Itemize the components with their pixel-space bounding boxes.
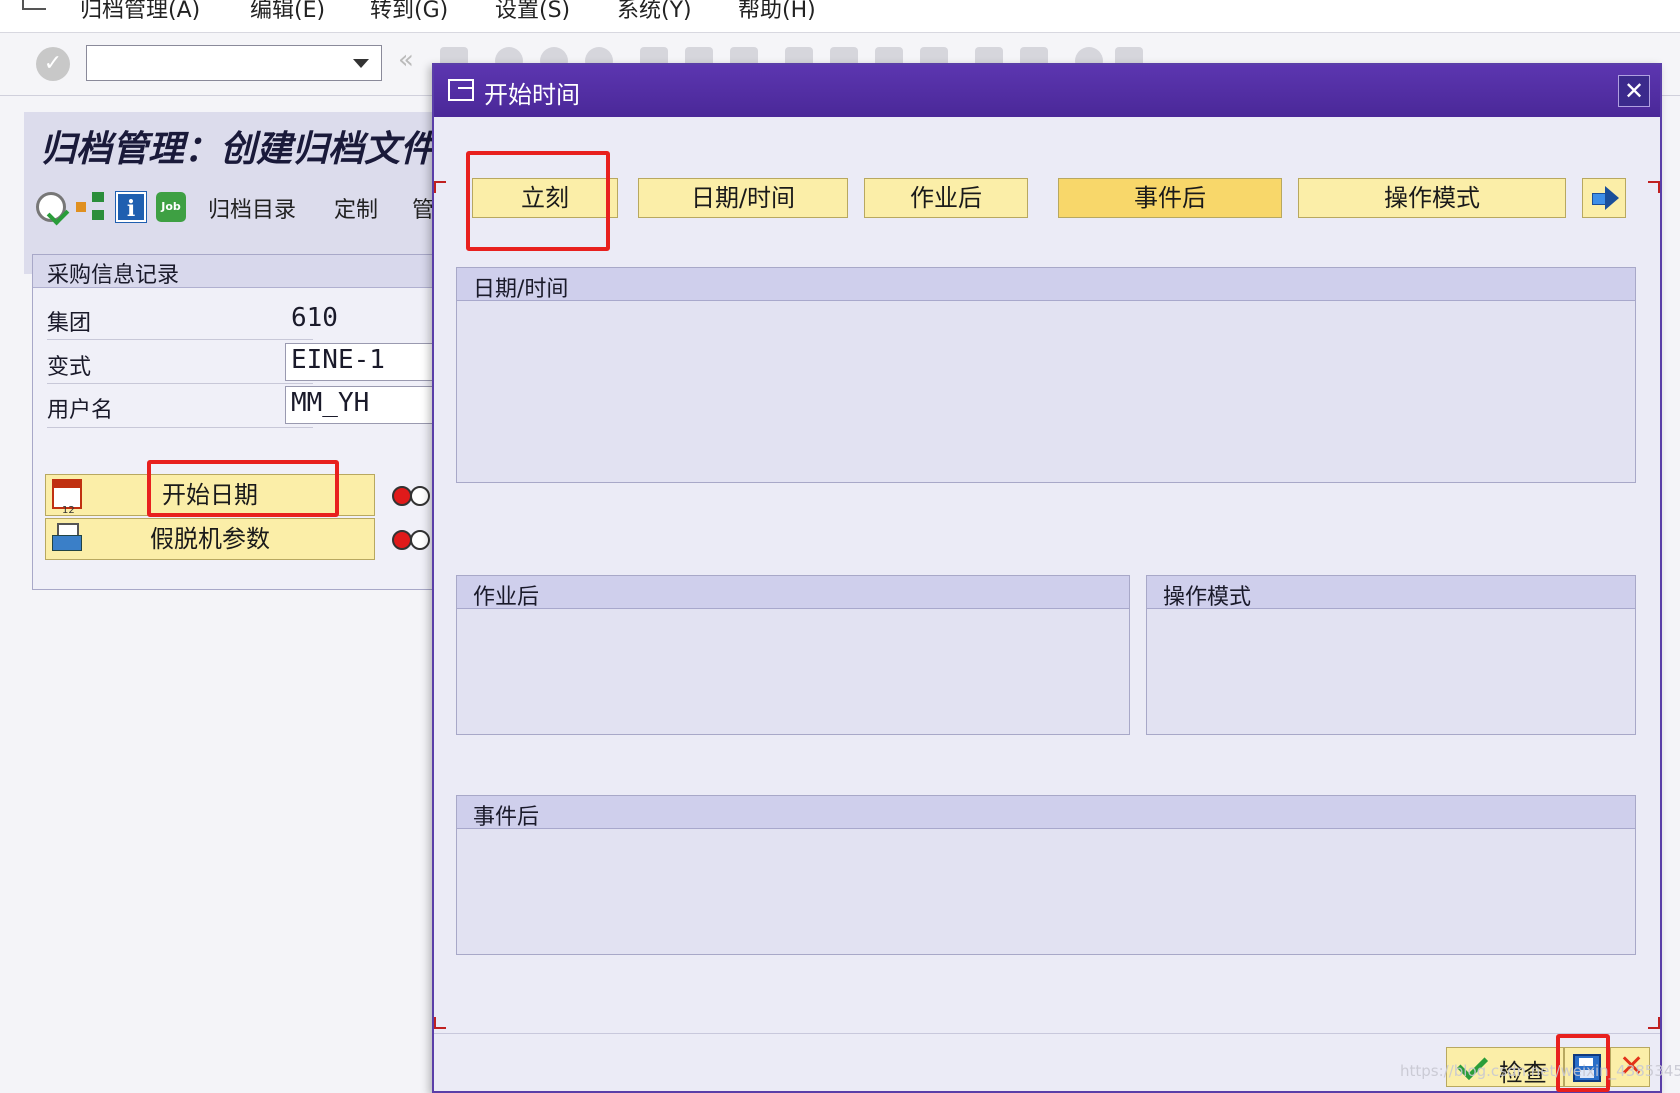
after-event-section-title: 事件后 bbox=[473, 805, 540, 830]
section-header: 操作模式 bbox=[1147, 576, 1635, 610]
archive-directory-button[interactable]: 归档目录 bbox=[208, 192, 296, 224]
menu-bar: 归档管理(A) 编辑(E) 转到(G) 设置(S) 系统(Y) 帮助(H) bbox=[0, 0, 1680, 33]
section-header: 作业后 bbox=[457, 576, 1129, 610]
calendar-icon bbox=[52, 479, 82, 531]
tab-operation-mode[interactable]: 操作模式 bbox=[1298, 178, 1566, 218]
divider bbox=[47, 383, 313, 384]
divider bbox=[47, 339, 313, 340]
tab-after-job[interactable]: 作业后 bbox=[864, 178, 1028, 218]
datetime-section-title: 日期/时间 bbox=[473, 277, 569, 302]
corner-mark bbox=[1648, 181, 1660, 193]
window-menu-icon[interactable] bbox=[22, 0, 46, 10]
watermark-text: https://blog.csdn.net/weixin_4385345 bbox=[1400, 1062, 1680, 1080]
tab-after-event[interactable]: 事件后 bbox=[1058, 178, 1282, 218]
corner-mark bbox=[434, 181, 446, 193]
section-header: 日期/时间 bbox=[457, 268, 1635, 302]
tab-date-time[interactable]: 日期/时间 bbox=[638, 178, 848, 218]
highlight-box bbox=[466, 151, 610, 251]
printer-icon bbox=[52, 523, 82, 553]
page-header: 归档管理：创建归档文件 i Job 归档目录 定制 管 bbox=[24, 112, 444, 274]
group-header: 采购信息记录 bbox=[33, 255, 443, 288]
collapse-left-icon[interactable]: « bbox=[398, 45, 414, 75]
username-label: 用户名 bbox=[47, 398, 114, 423]
divider bbox=[47, 427, 313, 428]
job-icon[interactable]: Job bbox=[156, 192, 186, 222]
status-ring-icon bbox=[410, 486, 430, 506]
enter-check-icon[interactable]: ✓ bbox=[36, 47, 70, 81]
spool-params-label: 假脱机参数 bbox=[150, 525, 270, 553]
chevron-down-icon[interactable] bbox=[353, 59, 369, 68]
after-job-section: 作业后 bbox=[456, 575, 1130, 735]
start-time-dialog: 开始时间 ✕ 立刻 日期/时间 作业后 事件后 操作模式 日期/时间 作业后 操… bbox=[432, 63, 1662, 1093]
menu-edit[interactable]: 编辑(E) bbox=[250, 0, 325, 24]
op-mode-section: 操作模式 bbox=[1146, 575, 1636, 735]
menu-system[interactable]: 系统(Y) bbox=[617, 0, 692, 24]
footer-divider bbox=[434, 1033, 1660, 1034]
menu-goto[interactable]: 转到(G) bbox=[370, 0, 448, 24]
client-label: 集团 bbox=[47, 311, 92, 336]
client-value: 610 bbox=[291, 303, 338, 333]
page-title: 归档管理：创建归档文件 bbox=[40, 128, 437, 170]
datetime-section: 日期/时间 bbox=[456, 267, 1636, 483]
next-arrow-icon[interactable] bbox=[1582, 178, 1626, 218]
status-ring-icon bbox=[410, 530, 430, 550]
customizing-button[interactable]: 定制 bbox=[334, 192, 378, 224]
command-field[interactable] bbox=[86, 45, 382, 81]
corner-mark bbox=[434, 1017, 446, 1029]
dialog-window-icon bbox=[448, 79, 474, 101]
execute-clock-icon[interactable] bbox=[36, 192, 66, 222]
after-event-section: 事件后 bbox=[456, 795, 1636, 955]
variant-value: EINE-1 bbox=[291, 345, 385, 375]
menu-help[interactable]: 帮助(H) bbox=[738, 0, 816, 24]
section-header: 事件后 bbox=[457, 796, 1635, 830]
hierarchy-icon[interactable] bbox=[76, 192, 106, 222]
close-icon[interactable]: ✕ bbox=[1618, 75, 1650, 107]
variant-label: 变式 bbox=[47, 355, 92, 380]
status-red-icon bbox=[392, 530, 412, 550]
dialog-title: 开始时间 bbox=[484, 81, 580, 109]
highlight-box bbox=[147, 460, 339, 517]
menu-settings[interactable]: 设置(S) bbox=[495, 0, 570, 24]
after-job-section-title: 作业后 bbox=[473, 585, 540, 610]
management-button[interactable]: 管 bbox=[412, 192, 434, 224]
sap-window: 归档管理(A) 编辑(E) 转到(G) 设置(S) 系统(Y) 帮助(H) ✓ … bbox=[0, 0, 1680, 1093]
dialog-title-bar[interactable]: 开始时间 ✕ bbox=[434, 65, 1660, 117]
info-icon[interactable]: i bbox=[115, 191, 147, 223]
op-mode-section-title: 操作模式 bbox=[1163, 585, 1252, 610]
spool-params-button[interactable]: 假脱机参数 bbox=[45, 518, 375, 560]
status-red-icon bbox=[392, 486, 412, 506]
group-title: 采购信息记录 bbox=[47, 263, 180, 288]
corner-mark bbox=[1648, 1017, 1660, 1029]
menu-archive-mgmt[interactable]: 归档管理(A) bbox=[80, 0, 200, 24]
username-value: MM_YH bbox=[291, 388, 370, 418]
